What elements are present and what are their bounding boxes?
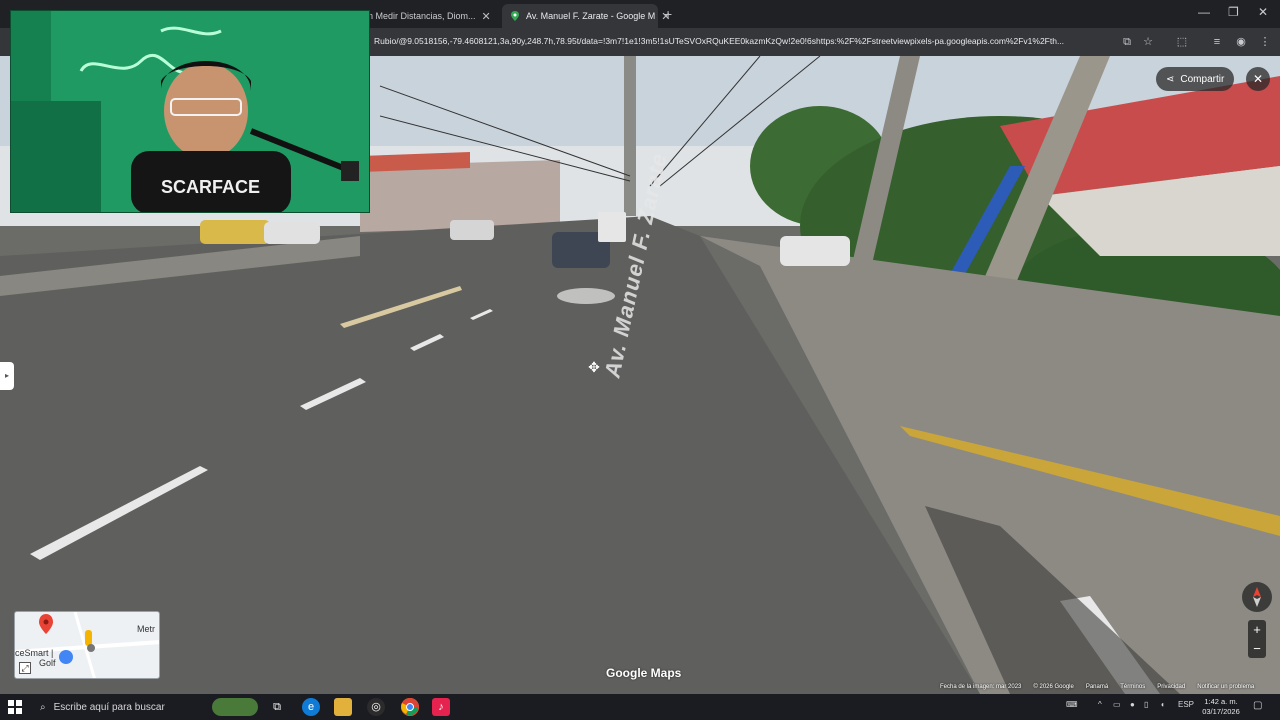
close-street-view-button[interactable]: ✕ <box>1246 67 1270 91</box>
window-close-button[interactable]: ✕ <box>1258 5 1268 19</box>
keyboard-icon[interactable]: ⌨ <box>1066 700 1078 709</box>
tab-measure-distances[interactable]: n Medir Distancias, Diom... ✕ <box>360 4 498 28</box>
chrome-browser-icon[interactable] <box>401 698 419 716</box>
notifications-icon[interactable]: ▢ <box>1253 700 1262 711</box>
svg-text:SCARFACE: SCARFACE <box>161 177 260 197</box>
region-link[interactable]: Panamá <box>1086 684 1108 694</box>
url-field[interactable]: Rubio/@9.0518156,-79.4608121,3a,90y,248.… <box>374 36 1114 46</box>
media-control-icon[interactable]: ≡ <box>1210 35 1224 49</box>
minimap-label: Metr <box>137 624 155 634</box>
minimize-button[interactable]: — <box>1198 5 1210 19</box>
privacy-link[interactable]: Privacidad <box>1157 684 1185 694</box>
install-app-icon[interactable]: ⧉ <box>1120 35 1134 49</box>
search-placeholder: Escribe aquí para buscar <box>53 701 165 713</box>
clock-time: 1:42 a. m. <box>1204 697 1238 706</box>
tab-google-maps[interactable]: Av. Manuel F. Zarate - Google M ✕ <box>502 4 670 28</box>
news-widget-icon[interactable] <box>212 698 258 716</box>
clock-date: 03/17/2026 <box>1202 707 1240 716</box>
tiktok-icon[interactable]: ♪ <box>432 698 450 716</box>
zoom-in-button[interactable]: + <box>1248 620 1266 639</box>
language-indicator[interactable]: ESP <box>1178 700 1194 709</box>
network-icon[interactable]: ▯ <box>1144 700 1148 709</box>
screen: n Medir Distancias, Diom... ✕ Av. Manuel… <box>0 0 1280 720</box>
edge-browser-icon[interactable]: e <box>302 698 320 716</box>
obs-icon[interactable]: ◎ <box>367 698 385 716</box>
zoom-out-button[interactable]: − <box>1248 639 1266 658</box>
minimap-label: ceSmart | <box>15 648 54 658</box>
more-menu-icon[interactable]: ⋮ <box>1258 35 1272 49</box>
system-clock[interactable]: 1:42 a. m. 03/17/2026 <box>1196 697 1246 717</box>
profile-avatar-icon[interactable]: ◉ <box>1234 35 1248 49</box>
copyright: © 2026 Google <box>1033 684 1074 690</box>
google-maps-watermark: Google Maps <box>606 666 682 680</box>
minimap-label: Golf <box>39 658 56 668</box>
bookmark-star-icon[interactable]: ☆ <box>1141 35 1155 49</box>
terms-link[interactable]: Términos <box>1120 684 1145 694</box>
extensions-icon[interactable]: ⬚ <box>1175 35 1189 49</box>
search-icon: ⌕ <box>40 701 46 713</box>
map-footer: Fecha de la imagen: mar 2023 © 2026 Goog… <box>940 684 1254 694</box>
share-icon: ⋖ <box>1166 73 1175 85</box>
move-cursor-icon: ✥ <box>588 359 600 375</box>
windows-start-icon[interactable] <box>8 700 22 714</box>
restore-button[interactable]: ❐ <box>1228 5 1239 19</box>
file-explorer-icon[interactable] <box>334 698 352 716</box>
imagery-date: Fecha de la imagen: mar 2023 <box>940 684 1022 690</box>
microphone-icon[interactable]: ● <box>1130 700 1135 709</box>
task-view-icon[interactable]: ⧉ <box>268 698 286 716</box>
compass-icon[interactable] <box>1242 582 1272 612</box>
share-button[interactable]: ⋖ Compartir <box>1156 67 1235 91</box>
minimap[interactable]: Metr ceSmart | Golf ⤢ <box>14 611 160 679</box>
expand-panel-button[interactable]: ▸ <box>0 362 14 390</box>
report-problem-link[interactable]: Notificar un problema <box>1197 684 1254 694</box>
windows-taskbar: ⌕ Escribe aquí para buscar ⧉ e ◎ ♪ ⌨ ^ ▭… <box>0 694 1280 720</box>
expand-map-icon[interactable]: ⤢ <box>19 662 31 674</box>
webcam-overlay: SCARFACE <box>10 10 370 213</box>
tab-label: Av. Manuel F. Zarate - Google M <box>526 11 656 21</box>
tab-label: n Medir Distancias, Diom... <box>368 11 476 21</box>
zoom-control: + − <box>1248 620 1266 658</box>
volume-icon[interactable]: ◖ <box>1160 700 1165 709</box>
maps-pin-icon <box>510 11 520 21</box>
battery-icon: ▭ <box>1113 700 1121 709</box>
show-hidden-icons[interactable]: ^ <box>1098 700 1102 709</box>
close-tab-icon[interactable]: ✕ <box>482 10 491 23</box>
share-button-label: Compartir <box>1180 73 1225 85</box>
new-tab-button[interactable]: + <box>664 6 672 22</box>
